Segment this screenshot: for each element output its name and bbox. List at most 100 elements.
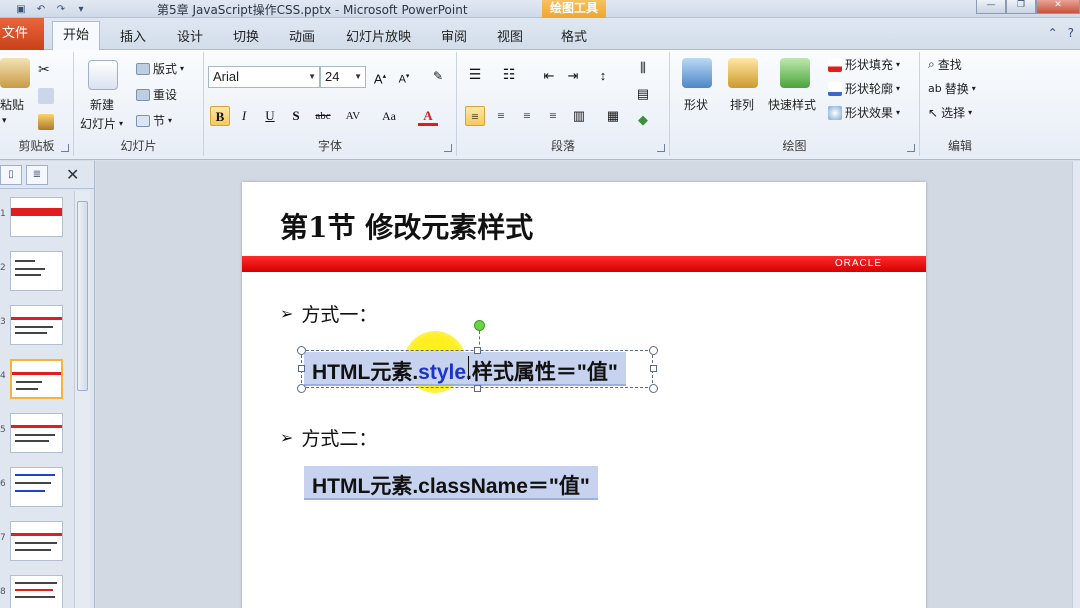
new-slide-icon[interactable] [88,60,118,90]
minimize-button[interactable]: — [976,0,1006,14]
slide-thumbnail[interactable] [10,251,63,291]
replace-button[interactable]: ab 替换 ▾ [928,80,976,97]
thumbnail-scrollbar[interactable] [74,191,90,608]
tab-design[interactable]: 设计 [177,26,203,45]
quick-styles-icon[interactable] [780,58,810,88]
paragraph-launcher-icon[interactable] [657,144,665,152]
thumbnail-row[interactable]: 7 [0,515,72,569]
bullet-method-two[interactable]: ➢ 方式二： [280,424,377,451]
shapes-button[interactable]: 形状 [684,96,708,113]
rotation-handle[interactable] [474,320,485,331]
distribute-button[interactable]: ▥ [569,106,589,126]
line-spacing-icon[interactable]: ↕ [593,66,613,86]
scrollbar-thumb[interactable] [77,201,88,391]
resize-handle-n[interactable] [474,347,481,354]
redo-icon[interactable]: ↷ [54,3,68,15]
layout-button[interactable]: 版式 ▾ [136,60,184,77]
new-slide-button[interactable]: 新建 [90,96,114,113]
clipboard-launcher-icon[interactable] [61,144,69,152]
shrink-font-icon[interactable]: A▾ [394,67,414,87]
thumbnail-row[interactable]: 8 [0,569,72,608]
tab-transitions[interactable]: 切换 [233,26,259,45]
section-button[interactable]: 节 ▾ [136,112,172,129]
tab-format[interactable]: 格式 [561,26,587,45]
undo-icon[interactable]: ↶ [34,3,48,15]
slide-thumbnail[interactable] [10,413,63,453]
tab-insert[interactable]: 插入 [120,26,146,45]
decrease-indent-icon[interactable]: ⇤ [539,66,559,86]
slide-title[interactable]: 第1节 修改元素样式 [280,206,533,246]
select-button[interactable]: ↖ 选择 ▾ [928,104,972,121]
code-box-classname[interactable]: HTML元素.className＝"值" [304,466,598,500]
thumbnail-row[interactable]: 3 [0,299,72,353]
shapes-icon[interactable] [682,58,712,88]
underline-button[interactable]: U [260,106,280,126]
character-spacing-button[interactable]: AV [340,106,366,126]
bullets-icon[interactable]: ☰ [465,66,485,86]
slide-thumbnail[interactable] [10,467,63,507]
tab-animations[interactable]: 动画 [289,26,315,45]
paste-icon[interactable] [0,58,30,88]
align-right-button[interactable]: ≡ [517,106,537,126]
paste-button[interactable]: 粘贴 [0,96,24,113]
maximize-button[interactable]: ❐ [1006,0,1036,14]
resize-handle-ne[interactable] [649,346,658,355]
editing-scrollbar[interactable] [1072,161,1080,608]
paste-dropdown-icon[interactable]: ▾ [2,116,7,126]
tab-home[interactable]: 开始 [52,21,100,51]
align-left-button[interactable]: ≡ [465,106,485,126]
thumbnail-row[interactable]: 1 [0,191,72,245]
close-pane-icon[interactable]: ✕ [66,165,79,184]
save-icon[interactable]: ▣ [14,3,28,15]
italic-button[interactable]: I [234,106,254,126]
thumbnail-row[interactable]: 4 [0,353,72,407]
copy-icon[interactable] [38,88,54,104]
thumbnail-row[interactable]: 2 [0,245,72,299]
resize-handle-se[interactable] [649,384,658,393]
numbering-icon[interactable]: ☷ [499,66,519,86]
change-case-button[interactable]: Aa [376,106,402,126]
columns-icon[interactable]: ▦ [603,106,623,126]
resize-handle-sw[interactable] [297,384,306,393]
arrange-button[interactable]: 排列 [730,96,754,113]
arrange-icon[interactable] [728,58,758,88]
current-slide[interactable]: 第1节 修改元素样式 ORACLE ➢ 方式一： HTML元素.style.样式… [242,182,926,608]
customize-qat-icon[interactable]: ▾ [74,3,88,15]
resize-handle-w[interactable] [298,365,305,372]
resize-handle-nw[interactable] [297,346,306,355]
bullet-method-one[interactable]: ➢ 方式一： [280,300,377,327]
slide-thumbnail[interactable] [10,305,63,345]
tab-file[interactable]: 文件 [0,18,44,50]
shape-outline-button[interactable]: 形状轮廓 ▾ [828,80,900,97]
grow-font-icon[interactable]: A▴ [370,67,390,87]
help-icon[interactable]: ? [1068,26,1074,40]
shape-fill-button[interactable]: 形状填充 ▾ [828,56,900,73]
font-launcher-icon[interactable] [444,144,452,152]
text-shadow-button[interactable]: S [286,106,306,126]
drawing-launcher-icon[interactable] [907,144,915,152]
format-painter-icon[interactable] [38,114,54,130]
resize-handle-s[interactable] [474,385,481,392]
tab-slideshow[interactable]: 幻灯片放映 [346,26,411,45]
close-button[interactable]: ✕ [1036,0,1080,14]
thumbnail-row[interactable]: 5 [0,407,72,461]
quick-styles-button[interactable]: 快速样式 [768,96,816,113]
smartart-icon[interactable]: ◆ [633,110,653,130]
tab-review[interactable]: 审阅 [441,26,467,45]
outline-tab-icon[interactable]: ≣ [26,165,48,185]
text-direction-icon[interactable]: ⫼ [633,58,653,78]
tab-view[interactable]: 视图 [497,26,523,45]
minimize-ribbon-icon[interactable]: ⌃ [1048,26,1058,40]
resize-handle-e[interactable] [650,365,657,372]
justify-button[interactable]: ≡ [543,106,563,126]
slide-thumbnail[interactable] [10,197,63,237]
strikethrough-button[interactable]: abc [310,106,336,126]
font-family-select[interactable]: Arial ▼ [208,66,320,88]
cut-icon[interactable]: ✂ [38,62,54,78]
thumbnail-row[interactable]: 6 [0,461,72,515]
font-size-select[interactable]: 24 ▼ [320,66,366,88]
slide-thumbnail[interactable] [10,575,63,608]
increase-indent-icon[interactable]: ⇥ [563,66,583,86]
bold-button[interactable]: B [210,106,230,126]
clear-formatting-icon[interactable]: ✎ [428,66,448,86]
